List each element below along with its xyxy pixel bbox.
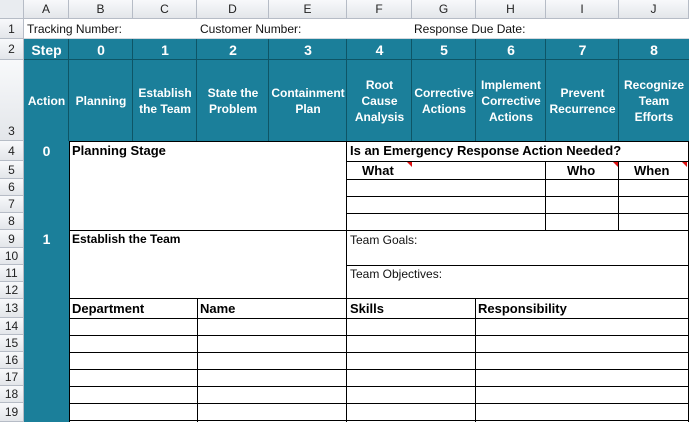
step-1-number: 1 (161, 41, 169, 58)
row-header-14[interactable]: 14 (0, 318, 24, 335)
who-header: Who (567, 163, 596, 178)
step-2-label: State the Problem (207, 85, 259, 116)
spreadsheet: A B C D E F G H I J 1 2 3 4 5 6 7 8 9 10… (0, 0, 689, 422)
row-header-18[interactable]: 18 (0, 386, 24, 403)
step-6-number: 6 (507, 41, 515, 58)
row-header-2[interactable]: 2 (0, 39, 24, 60)
step-7-number: 7 (578, 41, 587, 58)
step-3-number: 3 (304, 41, 312, 58)
row-header-3[interactable]: 3 (0, 60, 24, 141)
column-header-c[interactable]: C (133, 0, 197, 19)
row-header-11[interactable]: 11 (0, 265, 24, 282)
emergency-question: Is an Emergency Response Action Needed? (350, 143, 622, 158)
row-header-13[interactable]: 13 (0, 299, 24, 318)
step-0-number: 0 (97, 41, 105, 58)
column-header-g[interactable]: G (412, 0, 476, 19)
skills-header: Skills (350, 301, 384, 316)
column-header-f[interactable]: F (347, 0, 412, 19)
establish-team-title: Establish the Team (72, 232, 181, 246)
column-header-d[interactable]: D (197, 0, 269, 19)
planning-step-number: 0 (42, 143, 51, 159)
column-header-h[interactable]: H (476, 0, 546, 19)
select-all-corner[interactable] (0, 0, 24, 19)
row-header-6[interactable]: 6 (0, 179, 24, 196)
planning-stage-title: Planning Stage (72, 143, 166, 158)
row-header-5[interactable]: 5 (0, 161, 24, 179)
step-5-number: 5 (440, 41, 448, 58)
step-1-label: Establish the Team (138, 85, 192, 116)
row-header-17[interactable]: 17 (0, 369, 24, 386)
step-5-label: Corrective Actions (414, 85, 474, 116)
response-due-date-label: Response Due Date: (414, 22, 526, 36)
team-goals-label: Team Goals: (350, 233, 418, 247)
step-4-label: Root Cause Analysis (354, 77, 405, 124)
step-0-label: Planning (75, 93, 127, 108)
comment-indicator-when[interactable] (682, 162, 687, 167)
column-header-j[interactable]: J (619, 0, 689, 19)
step-8-label: Recognize Team Efforts (623, 77, 684, 124)
action-label: Action (27, 93, 66, 108)
responsibility-header: Responsibility (478, 301, 567, 316)
row-header-15[interactable]: 15 (0, 335, 24, 352)
step-label: Step (31, 41, 62, 58)
comment-indicator-who[interactable] (613, 162, 618, 167)
customer-number-label: Customer Number: (200, 22, 302, 36)
step-7-label: Prevent Recurrence (549, 85, 616, 116)
what-header: What (362, 163, 394, 178)
department-header: Department (72, 301, 145, 316)
column-header-e[interactable]: E (269, 0, 347, 19)
team-step-number: 1 (42, 231, 51, 247)
column-header-b[interactable]: B (69, 0, 133, 19)
row-header-4[interactable]: 4 (0, 141, 24, 161)
step-2-number: 2 (229, 41, 237, 58)
row-header-9[interactable]: 9 (0, 230, 24, 248)
comment-indicator-what[interactable] (407, 162, 412, 167)
action-column-band (24, 141, 69, 422)
row-header-12[interactable]: 12 (0, 282, 24, 299)
column-header-a[interactable]: A (24, 0, 69, 19)
step-6-label: Implement Corrective Actions (480, 77, 541, 124)
step-8-number: 8 (650, 41, 658, 58)
column-header-i[interactable]: I (546, 0, 619, 19)
row-header-7[interactable]: 7 (0, 196, 24, 213)
row-header-8[interactable]: 8 (0, 213, 24, 230)
row-header-16[interactable]: 16 (0, 352, 24, 369)
tracking-number-label: Tracking Number: (27, 22, 122, 36)
row-header-10[interactable]: 10 (0, 248, 24, 265)
row-header-19[interactable]: 19 (0, 403, 24, 422)
row-header-1[interactable]: 1 (0, 19, 24, 39)
step-4-number: 4 (375, 41, 384, 58)
when-header: When (634, 163, 670, 178)
step-3-label: Containment Plan (271, 85, 345, 116)
team-objectives-label: Team Objectives: (350, 267, 443, 281)
name-header: Name (200, 301, 236, 316)
